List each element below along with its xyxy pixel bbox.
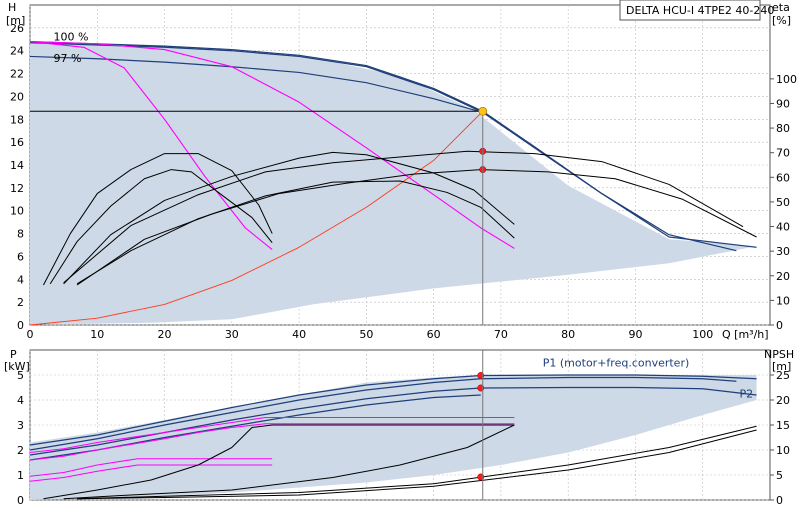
y-tick-label: 2: [17, 296, 24, 309]
y-tick-label: 18: [10, 113, 24, 126]
y2-tick-label: 20: [776, 394, 790, 407]
y-tick-label: 12: [10, 182, 24, 195]
x-tick-label: 90: [628, 328, 642, 341]
y-tick-label: 10: [10, 205, 24, 218]
y2-tick-label: 0: [776, 494, 783, 507]
chart-title: DELTA HCU-I 4TPE2 40-240: [626, 4, 774, 17]
bottom-panel: 0123450510152025 P [kW] NPSH [m] P1 (mot…: [4, 348, 794, 507]
npsh-axis-unit: [m]: [772, 360, 791, 373]
y2-tick-label: 0: [776, 319, 783, 332]
y-tick-label: 16: [10, 136, 24, 149]
y-tick-label: 4: [17, 394, 24, 407]
y2-tick-label: 90: [776, 97, 790, 110]
x-tick-label: 10: [90, 328, 104, 341]
p-axis-unit: [kW]: [4, 360, 30, 373]
y2-tick-label: 10: [776, 294, 790, 307]
annotation-97-percent: 97 %: [54, 52, 82, 65]
legend-p1: P1 (motor+freq.converter): [543, 356, 690, 369]
x-tick-label: 60: [427, 328, 441, 341]
y-tick-label: 8: [17, 228, 24, 241]
y2-tick-label: 30: [776, 245, 790, 258]
x-tick-label: 40: [292, 328, 306, 341]
y2-tick-label: 15: [776, 419, 790, 432]
y2-tick-label: 5: [776, 469, 783, 482]
legend-p2: P2: [740, 388, 754, 401]
y-tick-label: 22: [10, 68, 24, 81]
y2-tick-label: 80: [776, 122, 790, 135]
y-axis-unit: [m]: [6, 14, 25, 27]
y-tick-label: 0: [17, 319, 24, 332]
x-tick-label: 50: [359, 328, 373, 341]
y2-tick-label: 100: [776, 73, 797, 86]
annotation-100-percent: 100 %: [54, 30, 89, 43]
y-tick-label: 14: [10, 159, 24, 172]
y-tick-label: 20: [10, 90, 24, 103]
x-tick-label: 0: [27, 328, 34, 341]
y-tick-label: 24: [10, 45, 24, 58]
y2-tick-label: 50: [776, 196, 790, 209]
x-axis-label: Q [m³/h]: [722, 328, 769, 341]
duty-point: [478, 106, 488, 116]
y2-tick-label: 40: [776, 221, 790, 234]
y2-tick-label: 60: [776, 171, 790, 184]
top-panel: 0 10 20 30 40 50 60 70 80 90 100024681012141618202…: [6, 0, 797, 341]
x-tick-label: 20: [158, 328, 172, 341]
y-tick-label: 1: [17, 469, 24, 482]
y-tick-label: 2: [17, 444, 24, 457]
y2-tick-label: 20: [776, 270, 790, 283]
y2-axis-label: eta: [772, 1, 790, 14]
x-tick-label: 30: [225, 328, 239, 341]
x-tick-label: 100: [692, 328, 713, 341]
y2-tick-label: 70: [776, 147, 790, 160]
x-tick-label: 70: [494, 328, 508, 341]
y-axis-label: H: [8, 1, 16, 14]
y-tick-label: 6: [17, 250, 24, 263]
y2-axis-unit: [%]: [772, 14, 791, 27]
x-tick-label: 80: [561, 328, 575, 341]
y-tick-label: 3: [17, 419, 24, 432]
y2-tick-label: 10: [776, 444, 790, 457]
y-tick-label: 4: [17, 273, 24, 286]
y-tick-label: 0: [17, 494, 24, 507]
pump-curve-chart: 0 10 20 30 40 50 60 70 80 90 100024681012141618202…: [4, 0, 797, 507]
